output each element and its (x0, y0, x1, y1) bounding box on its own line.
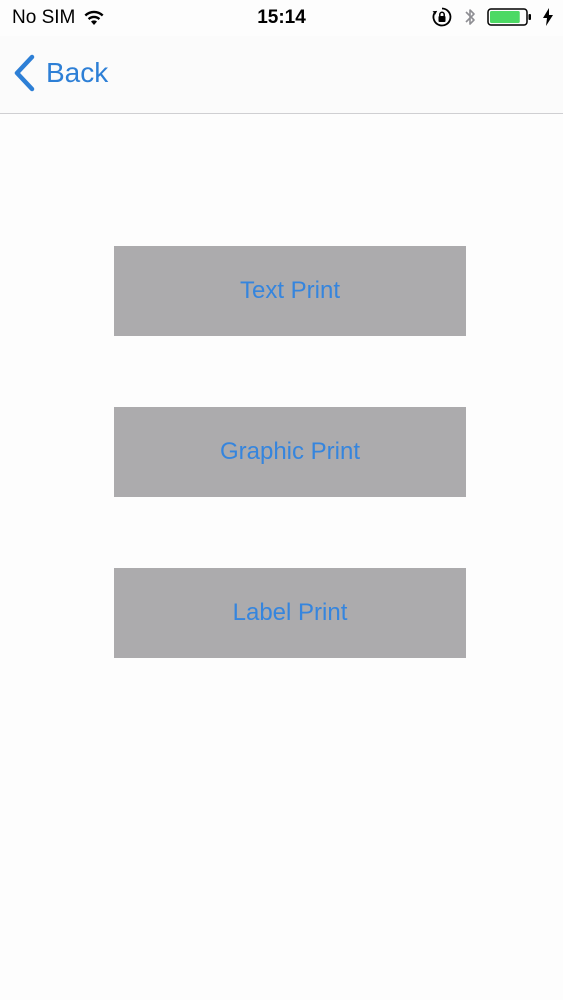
text-print-button[interactable]: Text Print (114, 246, 466, 336)
back-label: Back (46, 57, 109, 88)
chevron-left-icon (12, 54, 36, 92)
graphic-print-button[interactable]: Graphic Print (114, 407, 466, 497)
status-bar: No SIM 15:14 (0, 0, 563, 36)
back-button[interactable]: Back (12, 54, 108, 92)
navigation-bar: Back (0, 36, 563, 114)
battery-icon (487, 7, 533, 27)
status-right (431, 6, 553, 28)
charging-bolt-icon (543, 8, 553, 26)
label-print-button[interactable]: Label Print (114, 568, 466, 658)
orientation-lock-icon (431, 6, 453, 28)
bluetooth-icon (463, 6, 477, 28)
